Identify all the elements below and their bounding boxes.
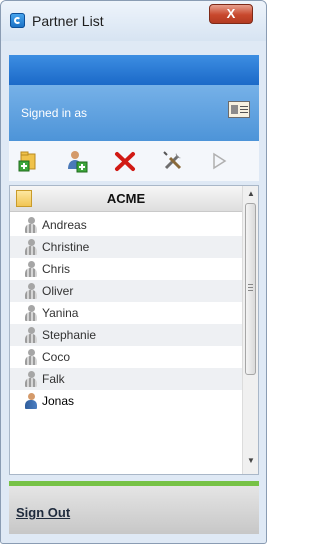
partner-icon bbox=[24, 371, 38, 388]
partner-name: Jonas bbox=[42, 394, 75, 408]
list-item[interactable]: Oliver bbox=[10, 280, 242, 302]
partner-online-icon bbox=[24, 393, 38, 410]
partner-name: Falk bbox=[42, 372, 65, 386]
partner-name: Christine bbox=[42, 240, 90, 254]
partner-name: Andreas bbox=[42, 218, 87, 232]
scroll-down-icon[interactable]: ▼ bbox=[247, 456, 255, 465]
partner-icon bbox=[24, 217, 38, 234]
close-button[interactable]: X bbox=[209, 4, 253, 24]
list-item[interactable]: Yanina bbox=[10, 302, 242, 324]
list-item[interactable]: Andreas bbox=[10, 214, 242, 236]
partner-list: ACME Andreas Christine Chris Oliver Yani… bbox=[9, 185, 259, 475]
header-banner bbox=[9, 55, 259, 85]
partner-icon bbox=[24, 349, 38, 366]
partner-icon bbox=[24, 283, 38, 300]
list-scrollbar[interactable]: ▲ ▼ bbox=[242, 186, 258, 474]
partner-icon bbox=[24, 327, 38, 344]
id-card-icon[interactable] bbox=[228, 101, 250, 118]
list-item[interactable]: Coco bbox=[10, 346, 242, 368]
group-name: ACME bbox=[106, 191, 146, 206]
partner-name: Yanina bbox=[42, 306, 79, 320]
signed-in-label: Signed in as bbox=[21, 106, 88, 120]
partner-icon bbox=[24, 239, 38, 256]
signed-in-panel: Signed in as bbox=[9, 85, 259, 141]
partner-icon bbox=[24, 305, 38, 322]
list-item[interactable]: Stephanie bbox=[10, 324, 242, 346]
app-icon bbox=[10, 13, 25, 28]
scrollbar-thumb[interactable] bbox=[245, 203, 256, 375]
partner-name: Stephanie bbox=[42, 328, 97, 342]
partner-icon bbox=[24, 261, 38, 278]
list-item[interactable]: Falk bbox=[10, 368, 242, 390]
toolbar bbox=[9, 141, 259, 181]
settings-icon[interactable] bbox=[161, 149, 185, 173]
add-partner-icon[interactable] bbox=[65, 149, 89, 173]
partner-name: Chris bbox=[42, 262, 71, 276]
footer: Sign Out bbox=[9, 486, 259, 534]
list-item[interactable]: Christine bbox=[10, 236, 242, 258]
list-item[interactable]: Jonas bbox=[10, 390, 242, 412]
add-group-icon[interactable] bbox=[18, 149, 42, 173]
window-title: Partner List bbox=[32, 13, 104, 29]
partner-name: Oliver bbox=[42, 284, 74, 298]
partner-name: Coco bbox=[42, 350, 71, 364]
title-bar: Partner List X bbox=[1, 1, 266, 41]
delete-icon[interactable] bbox=[113, 149, 137, 173]
group-header[interactable]: ACME bbox=[10, 186, 242, 212]
play-icon[interactable] bbox=[207, 149, 231, 173]
sign-out-link[interactable]: Sign Out bbox=[16, 505, 70, 520]
list-item[interactable]: Chris bbox=[10, 258, 242, 280]
partner-list-window: Partner List X Signed in as ACME Andreas… bbox=[0, 0, 267, 544]
scroll-up-icon[interactable]: ▲ bbox=[247, 189, 255, 198]
